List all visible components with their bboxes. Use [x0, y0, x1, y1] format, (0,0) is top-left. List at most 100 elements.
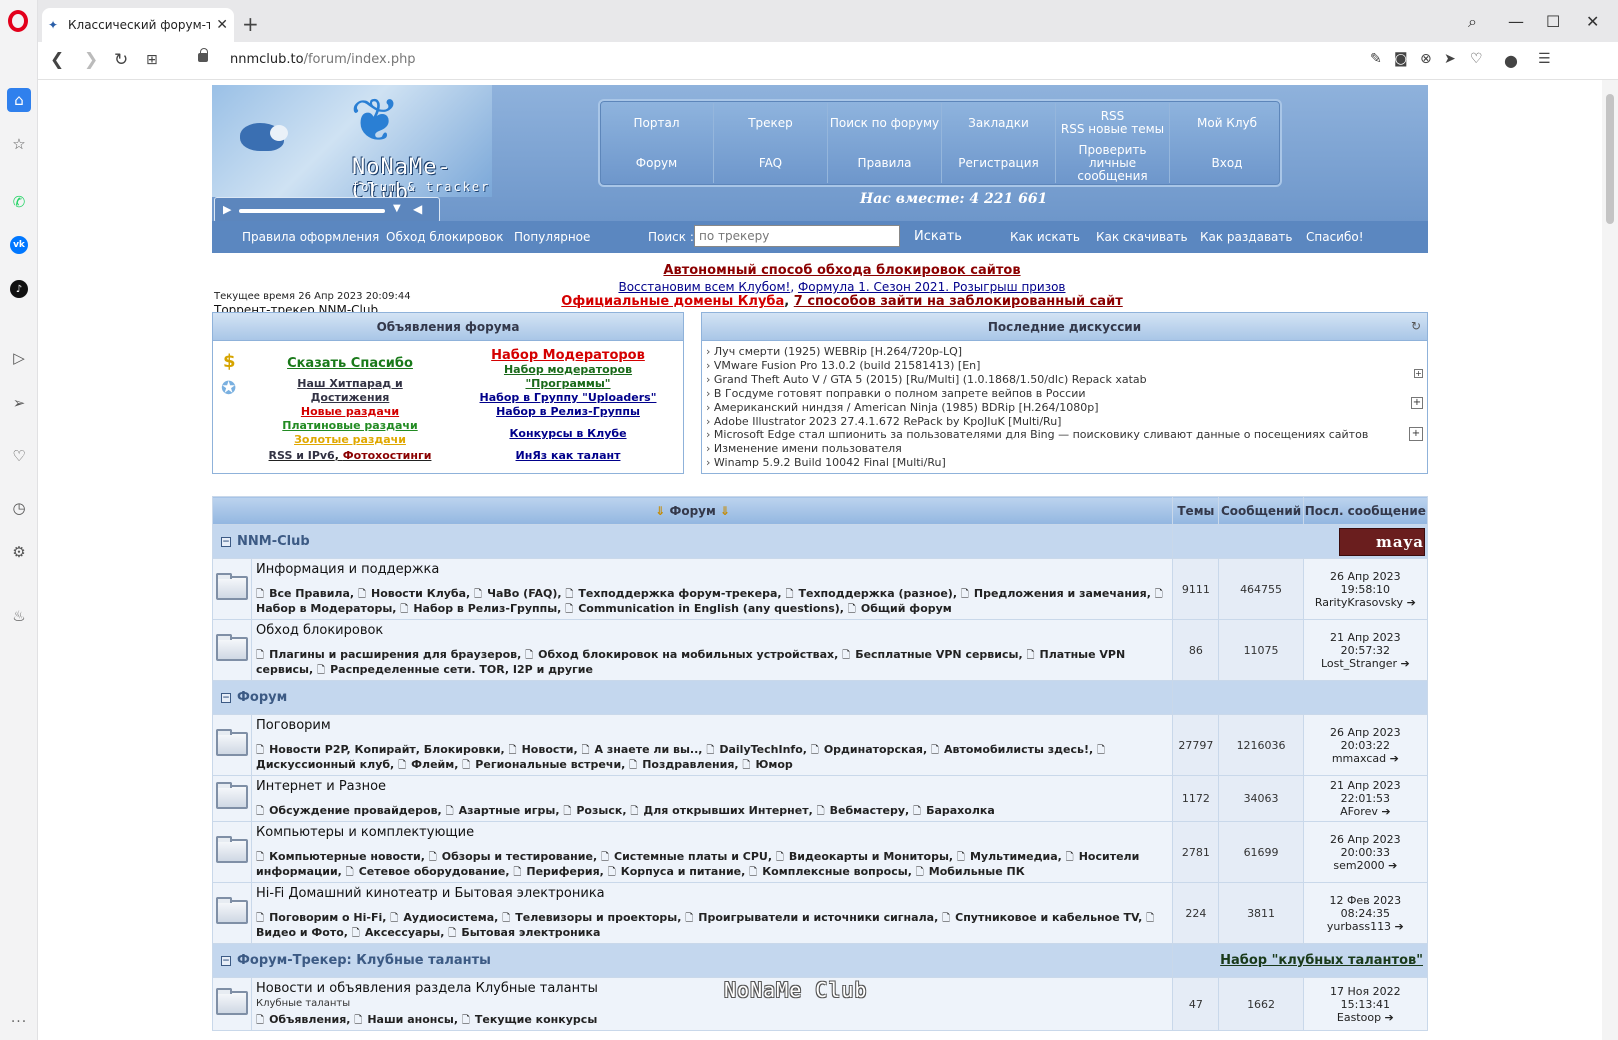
subforum-link[interactable]: Новости	[509, 743, 574, 756]
subforum-link[interactable]: Обзоры и тестирование	[429, 850, 593, 863]
notice-7-ways[interactable]: 7 способов зайти на заблокированный сайт	[794, 294, 1123, 309]
play-icon[interactable]: ▶	[223, 203, 231, 216]
category-title[interactable]: − Форум-Трекер: Клубные таланты	[211, 943, 1174, 978]
subforum-link[interactable]: Набор в Релиз-Группы	[400, 602, 557, 615]
close-window-icon[interactable]: ✕	[1586, 12, 1599, 31]
send-icon[interactable]: ➢	[7, 391, 31, 415]
discussion-item[interactable]: Winamp 5.9.2 Build 10042 Final [Multi/Ru…	[706, 456, 1423, 470]
scroll-thumb[interactable]	[1606, 94, 1614, 224]
subforum-link[interactable]: Мультимедиа	[957, 850, 1058, 863]
last-post-user[interactable]: Lost_Stranger	[1321, 657, 1397, 670]
discussion-item[interactable]: Американский ниндзя / American Ninja (19…	[706, 401, 1423, 415]
header-forum[interactable]: ⇓ Форум ⇓	[211, 496, 1174, 525]
home-icon[interactable]: ⌂	[7, 88, 31, 112]
last-post-user[interactable]: mmaxcad	[1332, 752, 1386, 765]
collapse-icon[interactable]: −	[221, 693, 231, 703]
link-format-rules[interactable]: Правила оформления	[242, 230, 379, 244]
subforum-link[interactable]: DailyTechInfo	[706, 743, 802, 756]
topnav-0-4[interactable]: RSS RSS новые темы	[1056, 103, 1170, 143]
tiktok-icon[interactable]: ♪	[10, 280, 28, 298]
subforum-link[interactable]: Комплексные вопросы	[749, 865, 908, 878]
link-how-search[interactable]: Как искать	[1010, 230, 1080, 244]
player-icon[interactable]: ▷	[7, 346, 31, 370]
go-to-post-icon[interactable]: ➔	[1386, 752, 1399, 765]
vk-icon[interactable]: vk	[10, 236, 28, 254]
share-send-icon[interactable]: ➤	[1444, 51, 1456, 67]
adblock-icon[interactable]: ⊗	[1420, 51, 1432, 67]
chevron-down-icon[interactable]: ▼	[393, 203, 401, 214]
subforum-link[interactable]: Аксессуары	[352, 926, 440, 939]
last-post-user[interactable]: sem2000	[1333, 859, 1384, 872]
topnav-0-2[interactable]: Поиск по форуму	[828, 103, 942, 143]
url-field[interactable]: nnmclub.to/forum/index.php	[230, 52, 416, 67]
back-icon[interactable]: ❮	[50, 50, 64, 70]
more-dots-icon[interactable]: ···	[7, 1010, 31, 1034]
notice-restore-club[interactable]: Восстановим всем Клубом!	[618, 280, 790, 294]
search-tabs-icon[interactable]: ⌕	[1468, 12, 1477, 32]
subforum-link[interactable]: Видеокарты и Мониторы	[776, 850, 949, 863]
settings-gear-icon[interactable]: ⚙	[7, 540, 31, 564]
subforum-link[interactable]: Объявления	[256, 1013, 346, 1026]
refresh-icon[interactable]: ↻	[1411, 319, 1421, 333]
subforum-link[interactable]: Компьютерные новости	[256, 850, 421, 863]
new-tab-plus-icon[interactable]: +	[242, 14, 259, 34]
subforum-link[interactable]: Спутниковое и кабельное TV	[942, 911, 1138, 924]
subforum-link[interactable]: Обход блокировок на мобильных устройства…	[525, 648, 834, 661]
forward-icon[interactable]: ❯	[84, 50, 98, 70]
topnav-0-0[interactable]: Портал	[600, 103, 714, 143]
subforum-link[interactable]: ЧаВо (FAQ)	[474, 587, 557, 600]
ann-rss-ipv6-link[interactable]: RSS и IPv6	[269, 449, 335, 462]
subforum-link[interactable]: Автомобилисты здесь!	[931, 743, 1089, 756]
last-post-user[interactable]: RarityKrasovsky	[1315, 596, 1403, 609]
subforum-link[interactable]: Наши анонсы	[354, 1013, 454, 1026]
forum-name[interactable]: Интернет и Разное	[256, 778, 1168, 796]
last-post-user[interactable]: Eastoop	[1337, 1011, 1381, 1024]
last-post-user[interactable]: AForev	[1340, 805, 1378, 818]
go-to-post-icon[interactable]: ➔	[1391, 920, 1404, 933]
category-name[interactable]: Форум	[237, 690, 287, 705]
go-to-post-icon[interactable]: ➔	[1403, 596, 1416, 609]
discussion-item[interactable]: В Госдуме готовят поправки о полном запр…	[706, 387, 1423, 401]
discussion-item[interactable]: VMware Fusion Pro 13.0.2 (build 21581413…	[706, 359, 1423, 373]
maximize-icon[interactable]: ☐	[1546, 12, 1560, 31]
forum-name[interactable]: Hi-Fi Домашний кинотеатр и Бытовая элект…	[256, 885, 1168, 903]
subforum-link[interactable]: Бесплатные VPN сервисы	[842, 648, 1018, 661]
forum-name[interactable]: Информация и поддержка	[256, 561, 1168, 579]
discussion-item[interactable]: Grand Theft Auto V / GTA 5 (2015) [Ru/Mu…	[706, 373, 1423, 387]
subforum-link[interactable]: Новости P2P, Копирайт, Блокировки	[256, 743, 501, 756]
go-to-post-icon[interactable]: ➔	[1385, 859, 1397, 872]
profile-avatar-icon[interactable]: ●	[1504, 51, 1518, 70]
opera-logo-icon[interactable]	[8, 10, 28, 32]
minimize-icon[interactable]: —	[1508, 12, 1524, 31]
subforum-link[interactable]: Корпуса и питание	[608, 865, 741, 878]
subforum-link[interactable]: Проигрыватели и источники сигнала	[685, 911, 934, 924]
link-popular[interactable]: Популярное	[514, 230, 590, 244]
ann-left-link-1[interactable]: Наш Хитпарад и Достижения	[257, 377, 443, 405]
lock-icon[interactable]	[198, 48, 208, 62]
close-tab-icon[interactable]: ✕	[216, 17, 228, 33]
page-scrollbar[interactable]	[1602, 80, 1618, 1040]
link-bypass-blocks[interactable]: Обход блокировок	[386, 230, 503, 244]
maya-badge-logo[interactable]: maya	[1339, 527, 1425, 556]
link-thanks[interactable]: Спасибо!	[1306, 230, 1364, 244]
subforum-link[interactable]: А знаете ли вы..	[582, 743, 699, 756]
expand-large-icon[interactable]: +	[1409, 427, 1423, 441]
heart-icon[interactable]: ♡	[7, 444, 31, 468]
expand-small-icon[interactable]: +	[1414, 369, 1423, 378]
star-icon[interactable]: ☆	[7, 132, 31, 156]
subforum-link[interactable]: Флейм	[398, 758, 454, 771]
history-icon[interactable]: ◷	[7, 496, 31, 520]
subforum-link[interactable]: Юмор	[742, 758, 792, 771]
subforum-link[interactable]: Системные платы и CPU	[601, 850, 768, 863]
go-to-post-icon[interactable]: ➔	[1378, 805, 1390, 818]
subforum-link[interactable]: Техподдержка (разное)	[785, 587, 952, 600]
discussion-item[interactable]: Microsoft Edge стал шпионить за пользова…	[706, 428, 1423, 442]
topnav-1-1[interactable]: FAQ	[714, 143, 828, 183]
notice-autonomous-bypass[interactable]: Автономный способ обхода блокировок сайт…	[442, 263, 1242, 278]
topnav-1-5[interactable]: Вход	[1170, 143, 1284, 183]
bulb-icon[interactable]: ♨	[7, 604, 31, 628]
subforum-link[interactable]: Текущие конкурсы	[462, 1013, 597, 1026]
ann-left-link-2[interactable]: Новые раздачи	[257, 405, 443, 419]
subforum-link[interactable]: Розыск	[563, 804, 622, 817]
topnav-0-3[interactable]: Закладки	[942, 103, 1056, 143]
